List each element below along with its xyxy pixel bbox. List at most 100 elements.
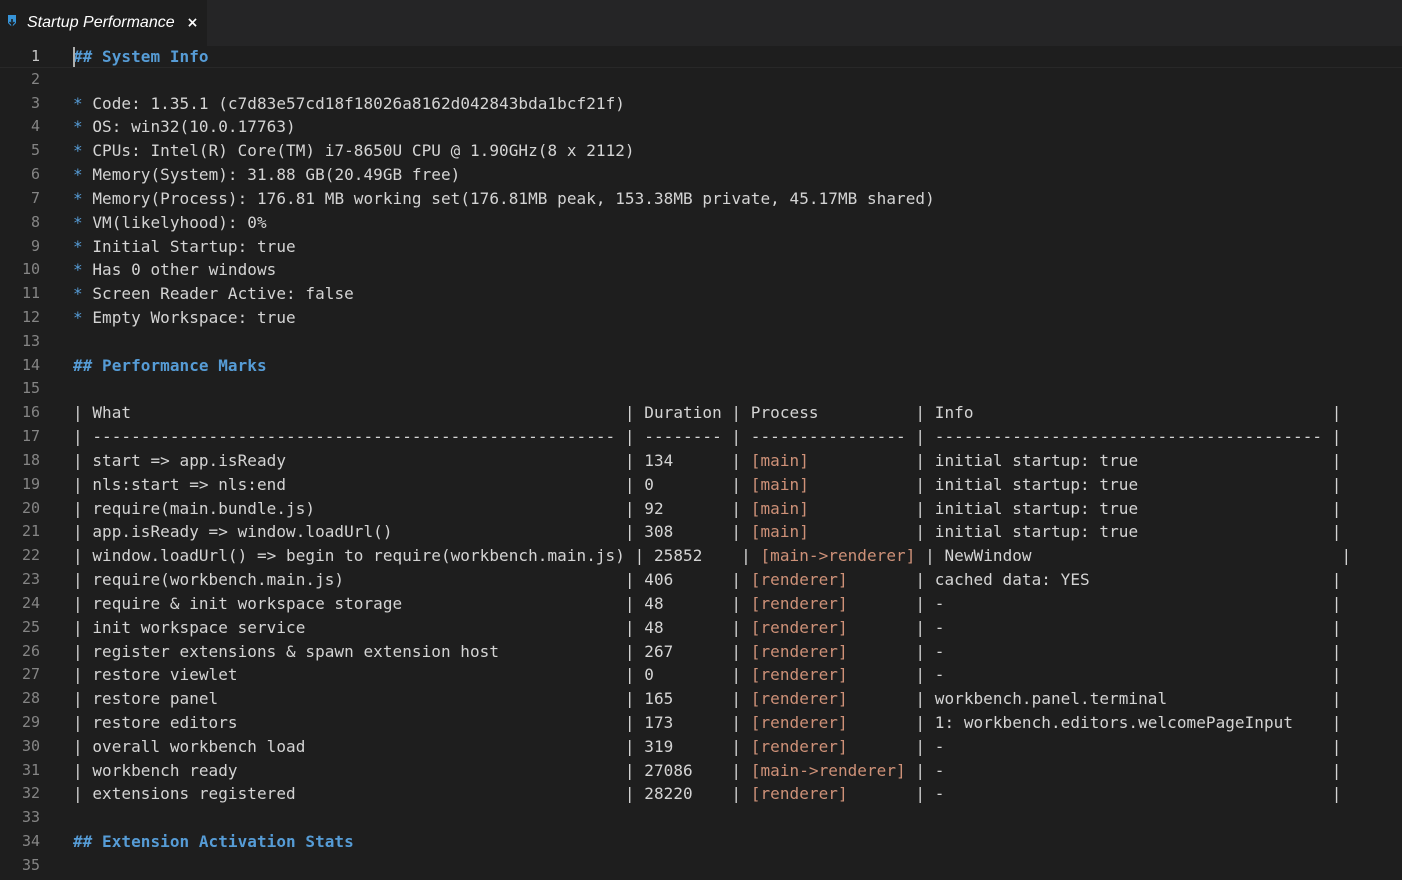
- editor-line[interactable]: 5 * CPUs: Intel(R) Core(TM) i7-8650U CPU …: [0, 139, 1402, 163]
- text-token: Screen Reader Active: false: [92, 284, 354, 304]
- line-number: 21: [21, 522, 40, 541]
- line-number: 11: [21, 284, 40, 303]
- line-number: 1: [30, 47, 40, 65]
- text-token: | --------------------------------------…: [73, 427, 1342, 447]
- line-text: | overall workbench load | 319 | [render…: [73, 735, 1341, 759]
- line-number: 10: [21, 260, 40, 279]
- text-token: | - |: [847, 617, 1342, 637]
- editor-line[interactable]: 6 * Memory(System): 31.88 GB(20.49GB free…: [0, 163, 1402, 187]
- editor-line[interactable]: 24 | require & init workspace storage | 4…: [0, 592, 1402, 616]
- text-token: | app.isReady => window.loadUrl() | 308 …: [73, 522, 751, 542]
- text-token: | overall workbench load | 319 |: [73, 736, 751, 756]
- editor-line[interactable]: 14 ## Performance Marks: [0, 354, 1402, 378]
- text-token: Memory(System): 31.88 GB(20.49GB free): [92, 165, 461, 185]
- text-token: | require(main.bundle.js) | 92 |: [73, 498, 751, 518]
- line-text: | require(workbench.main.js) | 406 | [re…: [73, 568, 1341, 592]
- editor-line[interactable]: 27 | restore viewlet | 0 | [renderer] | -…: [0, 663, 1402, 687]
- list-bullet: *: [73, 212, 93, 232]
- list-bullet: *: [73, 188, 93, 208]
- process-token: [main->renderer]: [750, 760, 906, 780]
- text-token: | 1: workbench.editors.welcomePageInput …: [847, 712, 1342, 732]
- editor-content[interactable]: 1 ## System Info 2 3 * Code: 1.35.1 (c7d83e5…: [0, 46, 1402, 880]
- list-bullet: *: [73, 141, 93, 161]
- editor-line[interactable]: 22 | window.loadUrl() => begin to require…: [0, 544, 1402, 568]
- editor-line[interactable]: 31 | workbench ready | 27086 | [main->ren…: [0, 759, 1402, 783]
- list-bullet: *: [73, 260, 93, 280]
- editor-line[interactable]: 12 * Empty Workspace: true: [0, 306, 1402, 330]
- editor-line[interactable]: 17 | ------------------------------------…: [0, 425, 1402, 449]
- line-text: | restore viewlet | 0 | [renderer] | - |: [73, 663, 1341, 687]
- editor-line[interactable]: 26 | register extensions & spawn extensio…: [0, 640, 1402, 664]
- text-token: | workbench.panel.terminal |: [847, 689, 1342, 709]
- line-number: 32: [21, 784, 40, 803]
- line-text: * Memory(System): 31.88 GB(20.49GB free): [73, 163, 460, 187]
- editor-line[interactable]: 10 * Has 0 other windows: [0, 258, 1402, 282]
- line-number: 18: [21, 450, 40, 469]
- process-token: [renderer]: [750, 570, 848, 590]
- close-icon[interactable]: ×: [187, 15, 199, 31]
- line-number: 17: [21, 427, 40, 446]
- text-token: | - |: [847, 665, 1342, 685]
- line-number: 5: [30, 141, 40, 160]
- editor-line[interactable]: 4 * OS: win32(10.0.17763): [0, 115, 1402, 139]
- line-number: 4: [30, 117, 40, 136]
- line-number: 12: [21, 308, 40, 327]
- editor-line[interactable]: 28 | restore panel | 165 | [renderer] | w…: [0, 687, 1402, 711]
- process-token: [renderer]: [750, 736, 848, 756]
- line-text: * OS: win32(10.0.17763): [73, 115, 296, 139]
- editor-line[interactable]: 32 | extensions registered | 28220 | [ren…: [0, 782, 1402, 806]
- editor-line[interactable]: 25 | init workspace service | 48 | [rende…: [0, 616, 1402, 640]
- editor-line[interactable]: 21 | app.isReady => window.loadUrl() | 30…: [0, 520, 1402, 544]
- editor-line[interactable]: 23 | require(workbench.main.js) | 406 | […: [0, 568, 1402, 592]
- text-token: | - |: [847, 641, 1342, 661]
- text-token: | initial startup: true |: [808, 522, 1342, 542]
- list-bullet: *: [73, 284, 93, 304]
- process-token: [main->renderer]: [760, 546, 916, 566]
- markdown-heading: ## System Info: [73, 47, 209, 66]
- editor-line[interactable]: 18 | start => app.isReady | 134 | [main] …: [0, 449, 1402, 473]
- line-text: | register extensions & spawn extension …: [73, 640, 1341, 664]
- editor-line[interactable]: 13: [0, 330, 1402, 354]
- editor-line[interactable]: 9 * Initial Startup: true: [0, 235, 1402, 259]
- line-text: * Code: 1.35.1 (c7d83e57cd18f18026a8162d…: [73, 92, 625, 116]
- line-number: 19: [21, 474, 40, 493]
- vscode-icon: [5, 14, 19, 32]
- editor-line[interactable]: 1 ## System Info: [0, 46, 1402, 68]
- editor-line[interactable]: 11 * Screen Reader Active: false: [0, 282, 1402, 306]
- text-token: Memory(Process): 176.81 MB working set(1…: [92, 188, 935, 208]
- editor-line[interactable]: 15: [0, 377, 1402, 401]
- text-token: | initial startup: true |: [808, 498, 1342, 518]
- line-number: 28: [21, 689, 40, 708]
- editor-line[interactable]: 30 | overall workbench load | 319 | [rend…: [0, 735, 1402, 759]
- editor-line[interactable]: 29 | restore editors | 173 | [renderer] |…: [0, 711, 1402, 735]
- editor-line[interactable]: 16 | What | Duration | Process | Info |: [0, 401, 1402, 425]
- editor-line[interactable]: 7 * Memory(Process): 176.81 MB working se…: [0, 187, 1402, 211]
- horizontal-scrollbar[interactable]: [0, 870, 1402, 880]
- editor-line[interactable]: 2: [0, 68, 1402, 92]
- editor-line[interactable]: 19 | nls:start => nls:end | 0 | [main] | …: [0, 473, 1402, 497]
- text-token: Empty Workspace: true: [92, 308, 296, 328]
- editor-line[interactable]: 34 ## Extension Activation Stats: [0, 830, 1402, 854]
- editor-line[interactable]: 8 * VM(likelyhood): 0%: [0, 211, 1402, 235]
- text-token: | require & init workspace storage | 48 …: [73, 593, 751, 613]
- text-token: | workbench ready | 27086 |: [73, 760, 751, 780]
- line-text: | restore panel | 165 | [renderer] | wor…: [73, 687, 1341, 711]
- editor-line[interactable]: 33: [0, 806, 1402, 830]
- text-token: | register extensions & spawn extension …: [73, 641, 751, 661]
- line-number: 6: [30, 165, 40, 184]
- editor-line[interactable]: 3 * Code: 1.35.1 (c7d83e57cd18f18026a8162…: [0, 92, 1402, 116]
- process-token: [renderer]: [750, 617, 848, 637]
- line-number: 20: [21, 498, 40, 517]
- process-token: [renderer]: [750, 689, 848, 709]
- editor-line[interactable]: 20 | require(main.bundle.js) | 92 | [main…: [0, 497, 1402, 521]
- tab-startup-performance[interactable]: Startup Performance ×: [0, 0, 207, 46]
- list-bullet: *: [73, 165, 93, 185]
- line-number: 14: [21, 355, 40, 374]
- line-number: 27: [21, 665, 40, 684]
- line-text: ## Extension Activation Stats: [73, 830, 354, 854]
- line-text: * Initial Startup: true: [73, 235, 296, 259]
- text-token: | extensions registered | 28220 |: [73, 784, 751, 804]
- text-token: | cached data: YES |: [847, 570, 1342, 590]
- line-text: * Has 0 other windows: [73, 258, 276, 282]
- process-token: [main]: [750, 450, 809, 470]
